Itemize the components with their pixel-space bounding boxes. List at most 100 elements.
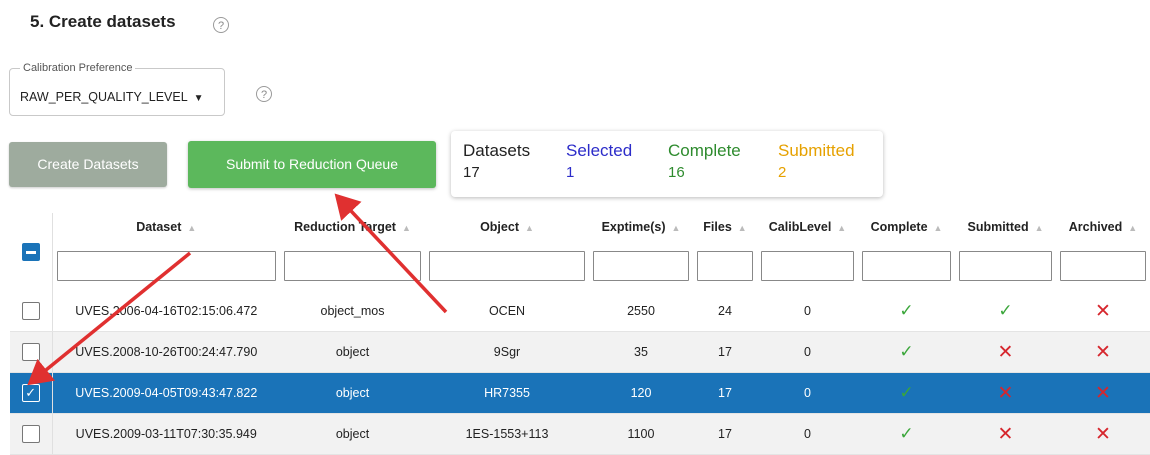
stat-datasets: Datasets 17 <box>463 141 530 181</box>
select-all-header <box>10 213 53 291</box>
sort-icon: ▲ <box>187 223 197 233</box>
cell-files: 17 <box>693 372 757 414</box>
create-datasets-button[interactable]: Create Datasets <box>9 142 167 187</box>
help-icon[interactable]: ? <box>213 17 229 33</box>
cell-caliblevel: 0 <box>757 331 858 373</box>
submitted-cross-icon: ✕ <box>997 423 1014 445</box>
cell-reduction-target: object <box>280 413 425 455</box>
column-header-label: Dataset <box>136 220 182 234</box>
calibration-help-icon[interactable]: ? <box>256 86 272 102</box>
stat-complete-value: 16 <box>668 164 685 181</box>
cell-dataset: UVES.2009-04-05T09:43:47.822 <box>52 372 280 414</box>
sort-icon: ▲ <box>524 223 534 233</box>
submitted-cross-icon: ✕ <box>997 382 1014 404</box>
row-select-checkbox[interactable] <box>21 343 40 361</box>
cell-submitted: ✕ <box>955 372 1056 414</box>
filter-files-input[interactable] <box>697 251 753 281</box>
table-row[interactable]: UVES.2006-04-16T02:15:06.472 object_mos OC… <box>10 291 1150 332</box>
sort-icon: ▲ <box>671 223 681 233</box>
cell-submitted: ✓ <box>955 291 1056 332</box>
submitted-check-icon: ✓ <box>998 301 1013 320</box>
stat-selected: Selected 1 <box>566 141 632 181</box>
cell-archived: ✕ <box>1056 413 1150 455</box>
cell-reduction-target: object <box>280 331 425 373</box>
stat-selected-value: 1 <box>566 164 575 181</box>
filter-reduction-target-input[interactable] <box>284 251 421 281</box>
column-header-exptime[interactable]: Exptime(s) ▲ <box>589 213 693 241</box>
column-header-label: CalibLevel <box>768 220 832 234</box>
cell-files: 24 <box>693 291 757 332</box>
complete-check-icon: ✓ <box>899 383 914 402</box>
column-header-files[interactable]: Files ▲ <box>693 213 757 241</box>
stat-submitted-label: Submitted <box>778 141 855 160</box>
sort-icon: ▲ <box>837 223 847 233</box>
dataset-stats-summary: Datasets 17 Selected 1 Complete 16 Submi… <box>451 131 883 197</box>
archived-cross-icon: ✕ <box>1095 423 1111 445</box>
filter-submitted-input[interactable] <box>959 251 1052 281</box>
column-header-submitted[interactable]: Submitted ▲ <box>955 213 1056 241</box>
table-row[interactable]: UVES.2009-03-11T07:30:35.949 object 1ES-15… <box>10 413 1150 455</box>
cell-exptime: 2550 <box>589 291 693 332</box>
cell-exptime: 120 <box>589 372 693 414</box>
section-title: 5. Create datasets <box>30 12 176 31</box>
row-select-checkbox[interactable] <box>21 425 40 443</box>
column-header-complete[interactable]: Complete ▲ <box>858 213 955 241</box>
column-header-reduction-target[interactable]: Reduction Target ▲ <box>280 213 425 241</box>
filter-archived-input[interactable] <box>1060 251 1146 281</box>
cell-complete: ✓ <box>858 331 955 373</box>
filter-exptime-input[interactable] <box>593 251 689 281</box>
cell-exptime: 35 <box>589 331 693 373</box>
cell-submitted: ✕ <box>955 413 1056 455</box>
submit-to-reduction-queue-button[interactable]: Submit to Reduction Queue <box>188 141 436 188</box>
cell-reduction-target: object_mos <box>280 291 425 332</box>
table-row[interactable]: UVES.2008-10-26T00:24:47.790 object 9Sgr 35… <box>10 331 1150 373</box>
row-select-checkbox[interactable] <box>21 302 40 320</box>
archived-cross-icon: ✕ <box>1095 341 1111 363</box>
cell-dataset: UVES.2008-10-26T00:24:47.790 <box>52 331 280 373</box>
stat-complete-label: Complete <box>668 141 741 160</box>
column-header-object[interactable]: Object ▲ <box>425 213 589 241</box>
complete-check-icon: ✓ <box>899 301 914 320</box>
column-header-label: Exptime(s) <box>601 220 666 234</box>
sort-icon: ▲ <box>933 223 943 233</box>
cell-exptime: 1100 <box>589 413 693 455</box>
cell-object: HR7355 <box>425 372 589 414</box>
cell-archived: ✕ <box>1056 291 1150 332</box>
sort-icon: ▲ <box>737 223 747 233</box>
calibration-preference-select[interactable]: Calibration Preference RAW_PER_QUALITY_L… <box>9 62 225 116</box>
submitted-cross-icon: ✕ <box>997 341 1014 363</box>
archived-cross-icon: ✕ <box>1095 382 1111 404</box>
cell-files: 17 <box>693 413 757 455</box>
column-header-caliblevel[interactable]: CalibLevel ▲ <box>757 213 858 241</box>
filter-complete-input[interactable] <box>862 251 951 281</box>
sort-icon: ▲ <box>401 223 411 233</box>
cell-object: OCEN <box>425 291 589 332</box>
stat-complete: Complete 16 <box>668 141 741 181</box>
cell-object: 1ES-1553+113 <box>425 413 589 455</box>
cell-archived: ✕ <box>1056 331 1150 373</box>
calibration-preference-label: Calibration Preference <box>20 62 136 74</box>
table-row[interactable]: ✓ UVES.2009-04-05T09:43:47.822 object HR735… <box>10 372 1150 414</box>
column-header-label: Files <box>703 220 732 234</box>
cell-reduction-target: object <box>280 372 425 414</box>
column-header-dataset[interactable]: Dataset ▲ <box>52 213 280 241</box>
stat-datasets-label: Datasets <box>463 141 531 160</box>
archived-cross-icon: ✕ <box>1095 300 1111 322</box>
cell-complete: ✓ <box>858 413 955 455</box>
cell-dataset: UVES.2006-04-16T02:15:06.472 <box>52 291 280 332</box>
row-select-checkbox[interactable]: ✓ <box>21 384 40 402</box>
cell-files: 17 <box>693 331 757 373</box>
cell-dataset: UVES.2009-03-11T07:30:35.949 <box>52 413 280 455</box>
cell-submitted: ✕ <box>955 331 1056 373</box>
select-all-checkbox[interactable] <box>21 243 40 261</box>
cell-complete: ✓ <box>858 372 955 414</box>
cell-object: 9Sgr <box>425 331 589 373</box>
filter-dataset-input[interactable] <box>56 251 276 281</box>
calibration-preference-value: RAW_PER_QUALITY_LEVEL <box>20 90 188 104</box>
filter-object-input[interactable] <box>429 251 585 281</box>
column-header-label: Submitted <box>967 220 1029 234</box>
chevron-down-icon: ▼ <box>193 93 204 104</box>
column-header-archived[interactable]: Archived ▲ <box>1056 213 1150 241</box>
stat-submitted: Submitted 2 <box>778 141 855 181</box>
filter-caliblevel-input[interactable] <box>761 251 854 281</box>
